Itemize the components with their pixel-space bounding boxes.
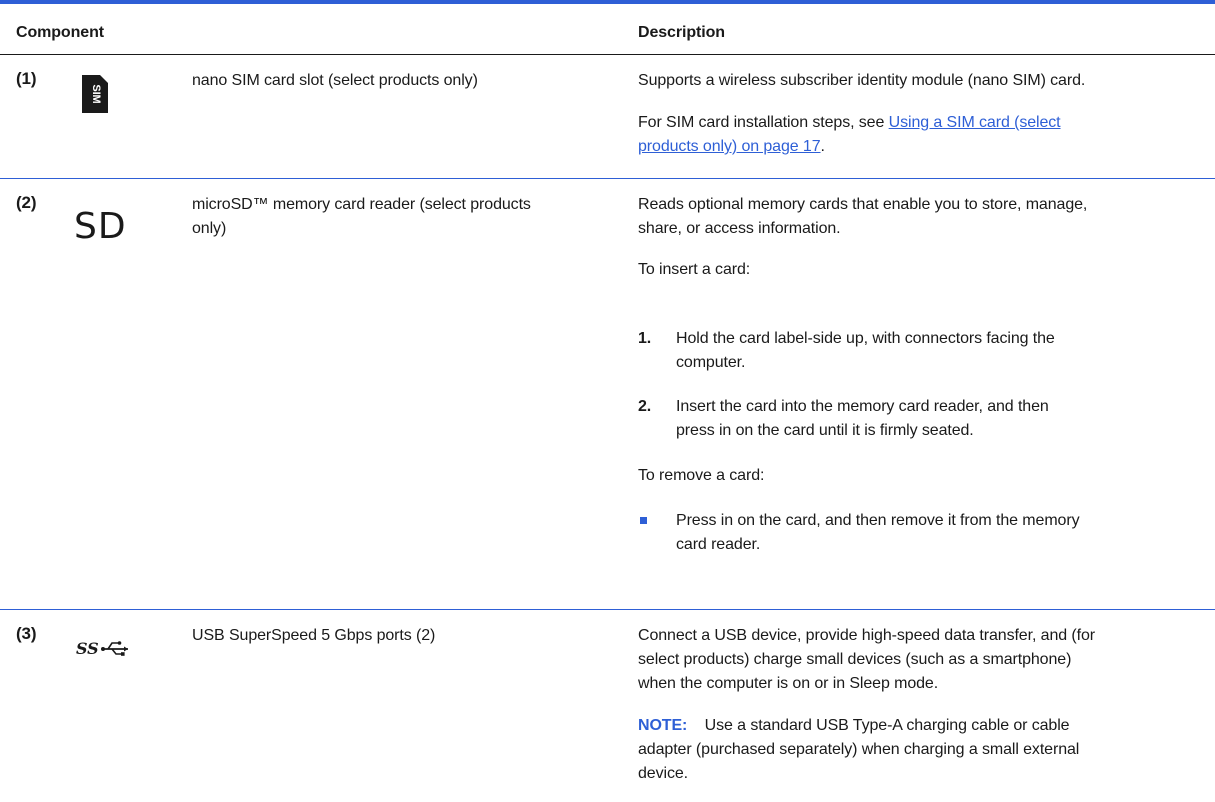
insert-heading: To insert a card: [638, 261, 751, 278]
row-number: (3) [16, 624, 37, 643]
bullet-line: card reader. [676, 536, 761, 553]
note-line: adapter (purchased separately) when char… [638, 741, 1080, 758]
step-text: Hold the card label-side up, with connec… [676, 327, 1196, 375]
bullet-text: Press in on the card, and then remove it… [676, 509, 1196, 557]
note-label: NOTE: [638, 717, 688, 734]
sim-card-link-cont[interactable]: products only) on page 17 [638, 138, 821, 155]
desc-paragraph: Supports a wireless subscriber identity … [638, 72, 1086, 89]
row-number: (1) [16, 69, 37, 88]
sim-card-link[interactable]: Using a SIM card (select [889, 114, 1061, 131]
step-line: press in on the card until it is firmly … [676, 422, 974, 439]
table-header [0, 4, 1215, 55]
table-row-sim: (1) SIM nano SIM card slot (select produ… [0, 55, 1215, 179]
desc-line: share, or access information. [638, 220, 841, 237]
step-line: computer. [676, 354, 746, 371]
step-text: Insert the card into the memory card rea… [676, 395, 1196, 443]
note-line: Use a standard USB Type-A charging cable… [704, 717, 1070, 734]
desc-paragraph: Connect a USB device, provide high-speed… [638, 624, 1203, 696]
desc-paragraph: Reads optional memory cards that enable … [638, 193, 1203, 241]
row-component-name: USB SuperSpeed 5 Gbps ports (2) [192, 627, 436, 644]
usb-superspeed-icon: SS [76, 638, 132, 660]
bullet-marker [640, 517, 647, 524]
desc-line: select products) charge small devices (s… [638, 651, 1072, 668]
desc-line: Connect a USB device, provide high-speed… [638, 627, 1095, 644]
remove-heading: To remove a card: [638, 467, 765, 484]
note-line: device. [638, 765, 688, 782]
row-component-name: nano SIM card slot (select products only… [192, 72, 478, 89]
step-number: 2. [638, 398, 652, 415]
svg-text:SS: SS [76, 639, 99, 658]
header-component: Component [16, 24, 104, 41]
table-row-microsd: (2) SD microSD™ memory card reader (sele… [0, 179, 1215, 610]
row-component-name: microSD™ memory card reader (select prod… [192, 193, 612, 241]
desc-line: when the computer is on or in Sleep mode… [638, 675, 939, 692]
step-line: Hold the card label-side up, with connec… [676, 330, 1055, 347]
bullet-line: Press in on the card, and then remove it… [676, 512, 1080, 529]
name-line: only) [192, 220, 227, 237]
sd-card-icon: SD [74, 206, 127, 247]
header-description: Description [638, 24, 725, 41]
row-number: (2) [16, 193, 37, 212]
desc-text: . [820, 138, 825, 155]
note-paragraph: NOTE: Use a standard USB Type-A charging… [638, 714, 1203, 786]
desc-paragraph: For SIM card installation steps, see Usi… [638, 111, 1203, 159]
desc-text: For SIM card installation steps, see [638, 114, 889, 131]
sim-card-icon: SIM [82, 75, 108, 113]
components-table [0, 0, 1215, 55]
step-number: 1. [638, 330, 652, 347]
name-line: microSD™ memory card reader (select prod… [192, 196, 531, 213]
svg-text:SIM: SIM [90, 84, 102, 103]
desc-line: Reads optional memory cards that enable … [638, 196, 1088, 213]
table-row-usb: (3) SS USB SuperSpeed 5 Gbps ports (2) C… [0, 610, 1215, 802]
step-line: Insert the card into the memory card rea… [676, 398, 1049, 415]
